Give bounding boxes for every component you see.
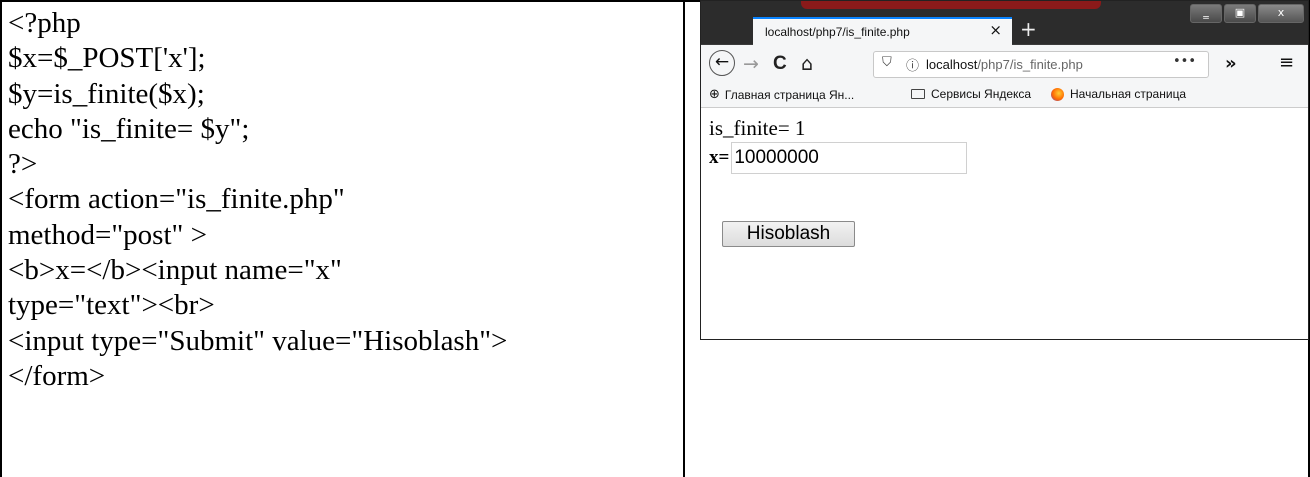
shield-icon[interactable]: ⛉ xyxy=(882,55,892,70)
code-line: echo "is_finite= $y"; xyxy=(8,112,250,145)
navigation-toolbar: ← → C ⌂ ⛉ ⓘ localhost/php7/is_finite.php… xyxy=(701,45,1308,83)
home-button[interactable]: ⌂ xyxy=(801,51,813,77)
bookmarks-toolbar: ⊕ Главная страница Ян... Сервисы Яндекса… xyxy=(701,83,1308,108)
toolbar-overflow-button[interactable]: » xyxy=(1225,53,1237,74)
page-actions-button[interactable]: ••• xyxy=(1173,54,1196,69)
firefox-icon xyxy=(1051,87,1064,101)
bookmark-item[interactable]: Сервисы Яндекса xyxy=(911,87,1031,101)
column-divider xyxy=(683,0,685,477)
code-line: </form> xyxy=(8,359,106,392)
code-line: $x=$_POST['x']; xyxy=(8,42,206,75)
theme-decoration xyxy=(801,1,1101,9)
code-line: <?php xyxy=(8,7,81,39)
bookmark-label: Начальная страница xyxy=(1070,87,1187,101)
code-line: <input type="Submit" value="Hisoblash"> xyxy=(8,324,508,357)
form-row: x= xyxy=(709,142,968,174)
forward-button[interactable]: → xyxy=(743,51,759,77)
output-text: is_finite= 1 xyxy=(709,116,806,140)
x-label: x= xyxy=(709,147,730,168)
bookmark-item[interactable]: Начальная страница xyxy=(1051,87,1186,101)
x-input[interactable] xyxy=(731,142,968,174)
code-line: $y=is_finite($x); xyxy=(8,77,205,110)
reload-button[interactable]: C xyxy=(773,51,787,77)
code-line: ?> xyxy=(8,148,38,181)
url-path: /php7/is_finite.php xyxy=(977,57,1083,72)
php-code-listing: <?php $x=$_POST['x']; $y=is_finite($x); … xyxy=(8,6,678,394)
globe-icon: ⊕ xyxy=(709,87,720,102)
folder-icon xyxy=(911,89,925,99)
minimize-button[interactable]: ‗ xyxy=(1190,4,1222,23)
code-line: method="post" > xyxy=(8,218,207,251)
new-tab-button[interactable]: + xyxy=(1020,19,1037,39)
bookmark-item[interactable]: ⊕ Главная страница Ян... xyxy=(709,87,854,102)
tab-close-icon[interactable]: × xyxy=(989,21,1002,39)
submit-button[interactable]: Hisoblash xyxy=(722,221,855,247)
tab-active[interactable]: localhost/php7/is_finite.php × xyxy=(753,17,1012,45)
bookmark-label: Сервисы Яндекса xyxy=(931,87,1032,101)
tab-title: localhost/php7/is_finite.php xyxy=(765,25,910,39)
code-line: <b>x=</b><input name="x" xyxy=(8,254,342,287)
title-bar: localhost/php7/is_finite.php × + ‗ ▣ x xyxy=(701,1,1308,45)
browser-window: localhost/php7/is_finite.php × + ‗ ▣ x ←… xyxy=(700,0,1309,340)
code-line: type="text"><br> xyxy=(8,289,215,322)
url-text[interactable]: localhost/php7/is_finite.php xyxy=(926,57,1083,72)
maximize-button[interactable]: ▣ xyxy=(1224,4,1256,23)
address-bar[interactable]: ⛉ ⓘ localhost/php7/is_finite.php ••• xyxy=(873,51,1209,78)
back-button[interactable]: ← xyxy=(709,50,735,76)
bookmark-label: Главная страница Ян... xyxy=(724,87,855,102)
code-line: <form action="is_finite.php" xyxy=(8,183,345,216)
close-window-button[interactable]: x xyxy=(1258,4,1304,23)
info-icon[interactable]: ⓘ xyxy=(906,55,919,74)
window-controls: ‗ ▣ x xyxy=(1188,4,1304,23)
hamburger-menu-icon[interactable]: ≡ xyxy=(1279,52,1294,73)
url-host: localhost xyxy=(926,57,978,72)
